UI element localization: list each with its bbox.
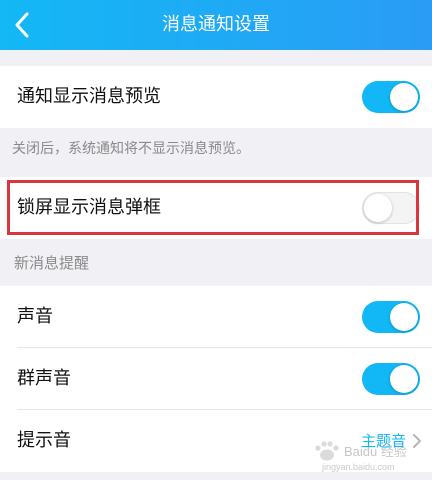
row-sound: 声音	[0, 286, 432, 348]
toggle-knob	[390, 303, 418, 331]
toggle-knob	[364, 194, 392, 222]
lockscreen-toggle[interactable]	[362, 192, 420, 224]
page-title: 消息通知设置	[162, 14, 270, 35]
sound-label: 声音	[17, 306, 53, 327]
section-title-new-message: 新消息提醒	[14, 254, 90, 272]
preview-label: 通知显示消息预览	[17, 86, 161, 107]
sound-toggle[interactable]	[362, 301, 420, 333]
group-sound-toggle[interactable]	[362, 363, 420, 395]
toggle-knob	[390, 365, 418, 393]
row-group-sound: 群声音	[0, 348, 432, 410]
group-sound-label: 群声音	[17, 368, 71, 389]
lockscreen-label: 锁屏显示消息弹框	[17, 197, 161, 218]
row-preview: 通知显示消息预览	[0, 66, 432, 128]
row-lockscreen: 锁屏显示消息弹框	[0, 177, 432, 239]
header-bar: 消息通知设置	[0, 0, 432, 50]
tone-label: 提示音	[17, 430, 71, 451]
toggle-knob	[390, 83, 418, 111]
watermark-brand: Baidu 经验	[344, 444, 407, 459]
preview-toggle[interactable]	[362, 81, 420, 113]
baidu-watermark: Baidu 经验 jingyan.baidu.com	[315, 441, 407, 472]
preview-hint: 关闭后，系统通知将不显示消息预览。	[12, 141, 250, 157]
watermark-url: jingyan.baidu.com	[321, 462, 395, 472]
